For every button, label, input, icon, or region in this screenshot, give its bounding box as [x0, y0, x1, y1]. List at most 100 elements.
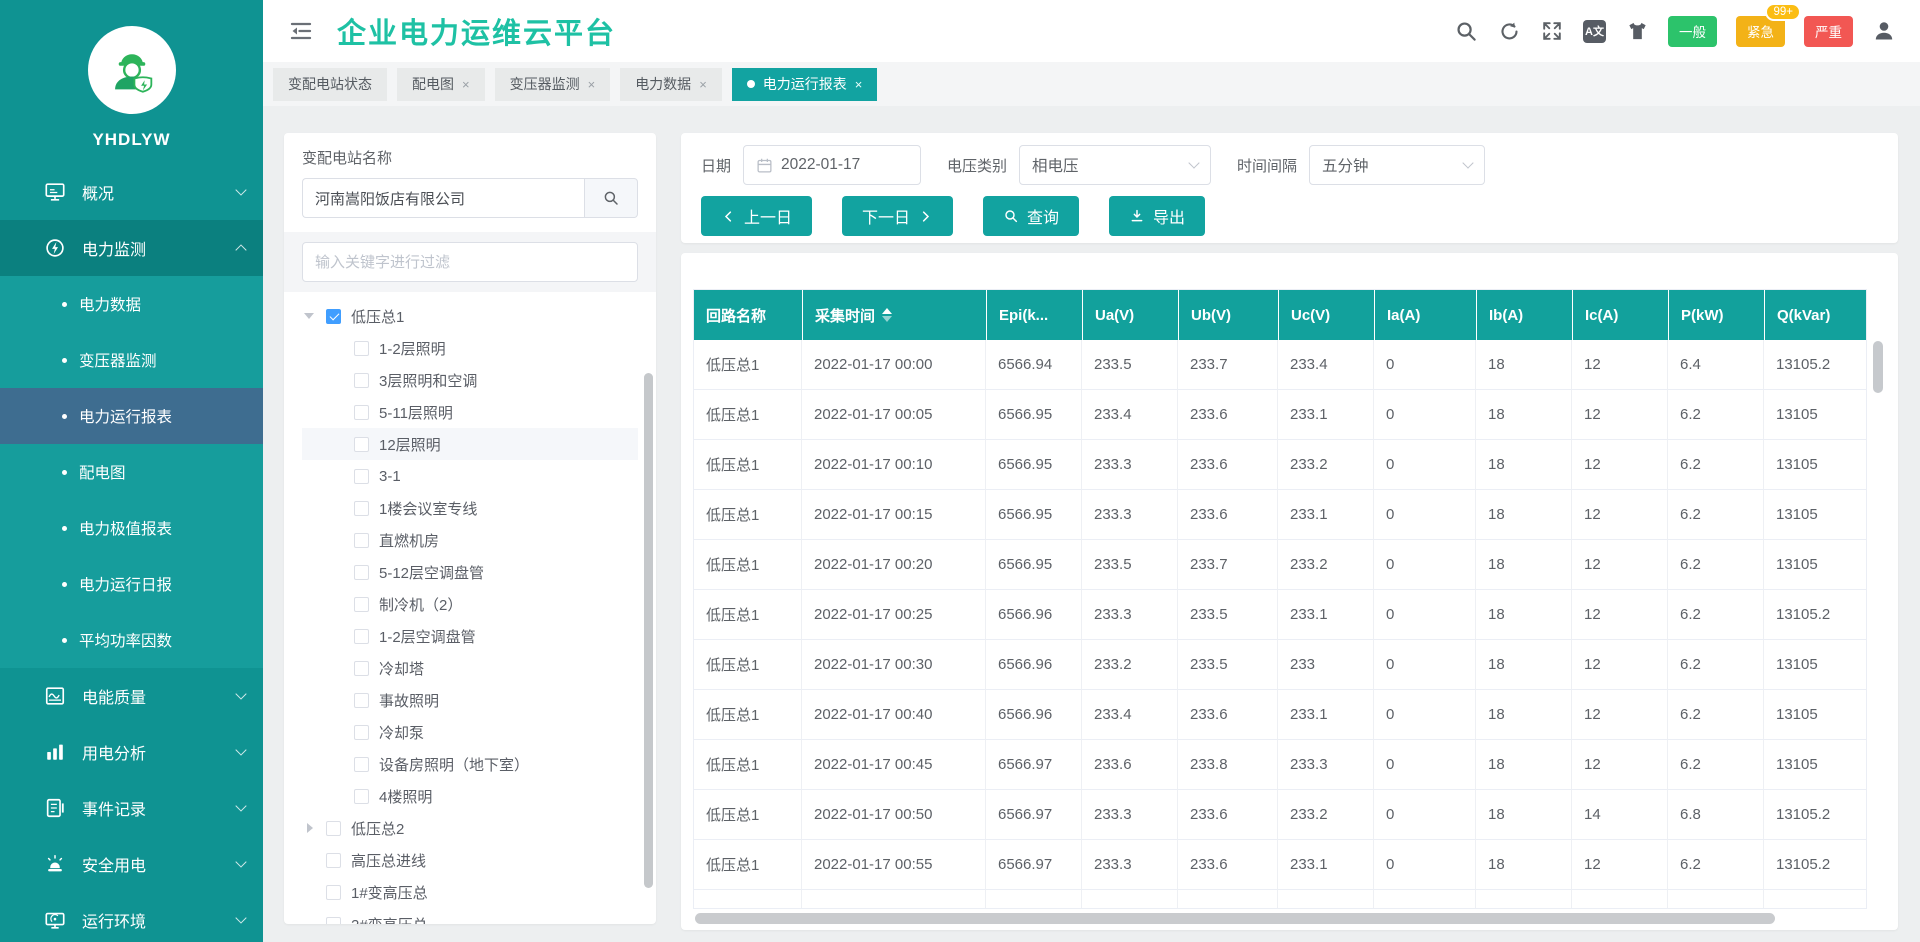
tree-checkbox[interactable] [354, 533, 369, 548]
sort-icon[interactable] [882, 308, 892, 322]
tree-scrollbar[interactable] [644, 373, 653, 888]
tree-node[interactable]: 冷却塔 [302, 652, 638, 684]
table-row[interactable]: 低压总1 2022-01-17 00:25 6566.96 233.3 233.… [694, 590, 1866, 640]
tree-checkbox[interactable] [354, 405, 369, 420]
table-row[interactable]: 低压总1 2022-01-17 00:30 6566.96 233.2 233.… [694, 640, 1866, 690]
tree-checkbox[interactable] [354, 789, 369, 804]
tree-node[interactable]: 制冷机（2） [302, 588, 638, 620]
table-header-cell[interactable]: 采集时间 [802, 290, 986, 340]
table-row[interactable]: 低压总1 2022-01-17 00:00 6566.94 233.5 233.… [694, 340, 1866, 390]
tree-node[interactable]: 1楼会议室专线 [302, 492, 638, 524]
tree-node[interactable]: 高压总进线 [302, 844, 638, 876]
tree-checkbox[interactable] [326, 885, 341, 900]
sidebar-subitem[interactable]: 电力数据 [0, 276, 263, 332]
tree-caret-icon[interactable] [304, 823, 326, 833]
table-row[interactable]: 低压总1 2022-01-17 00:20 6566.95 233.5 233.… [694, 540, 1866, 590]
alarm-severe-button[interactable]: 严重 [1804, 16, 1853, 47]
interval-select[interactable]: 五分钟 [1309, 145, 1485, 185]
tree-node[interactable]: 5-12层空调盘管 [302, 556, 638, 588]
table-header-cell[interactable]: 回路名称 [694, 290, 802, 340]
tree-checkbox[interactable] [326, 917, 341, 925]
fullscreen-icon[interactable] [1540, 19, 1564, 43]
tree-node[interactable]: 3-1 [302, 460, 638, 492]
tree-checkbox[interactable] [354, 597, 369, 612]
station-search-button[interactable] [584, 178, 638, 218]
user-icon[interactable] [1872, 19, 1896, 43]
tab-close-icon[interactable]: × [855, 77, 863, 92]
date-picker[interactable]: 2022-01-17 [743, 145, 921, 185]
tree-node[interactable]: 12层照明 [302, 428, 638, 460]
sidebar-subitem[interactable]: 变压器监测 [0, 332, 263, 388]
tree-checkbox[interactable] [354, 725, 369, 740]
translate-icon[interactable]: A文 [1583, 20, 1606, 43]
table-header-cell[interactable]: Ub(V) [1178, 290, 1278, 340]
sidebar-item-event-log[interactable]: 事件记录 [0, 780, 263, 836]
tab[interactable]: 电力数据 × [620, 68, 722, 101]
table-row[interactable]: 低压总1 2022-01-17 00:55 6566.97 233.3 233.… [694, 840, 1866, 890]
tree-checkbox[interactable] [354, 693, 369, 708]
search-icon[interactable] [1454, 19, 1478, 43]
tree-node[interactable]: 3层照明和空调 [302, 364, 638, 396]
prev-day-button[interactable]: 上一日 [701, 196, 812, 236]
sidebar-item-overview[interactable]: 概况 [0, 164, 263, 220]
table-header-cell[interactable]: Uc(V) [1278, 290, 1374, 340]
table-header-cell[interactable]: Epi(k... [986, 290, 1082, 340]
tree-checkbox[interactable] [354, 757, 369, 772]
sidebar-subitem[interactable]: 配电图 [0, 444, 263, 500]
voltage-type-select[interactable]: 相电压 [1019, 145, 1211, 185]
table-row[interactable]: 低压总1 2022-01-17 00:15 6566.95 233.3 233.… [694, 490, 1866, 540]
tree-filter-input[interactable] [302, 242, 638, 282]
table-row[interactable]: 低压总1 2022-01-17 00:05 6566.95 233.4 233.… [694, 390, 1866, 440]
tab[interactable]: 变配电站状态 × [273, 68, 387, 101]
tree-checkbox[interactable] [354, 629, 369, 644]
alarm-urgent-button[interactable]: 紧急 99+ [1736, 16, 1785, 47]
vertical-scrollbar-thumb[interactable] [1873, 341, 1883, 393]
sidebar-item-usage-analysis[interactable]: 用电分析 [0, 724, 263, 780]
table-header-cell[interactable]: Ua(V) [1082, 290, 1178, 340]
tree-node[interactable]: 设备房照明（地下室） [302, 748, 638, 780]
tree-checkbox[interactable] [354, 437, 369, 452]
export-button[interactable]: 导出 [1109, 196, 1205, 236]
query-button[interactable]: 查询 [983, 196, 1079, 236]
table-header-cell[interactable]: P(kW) [1668, 290, 1764, 340]
tree-checkbox[interactable] [354, 341, 369, 356]
tree-checkbox[interactable] [326, 853, 341, 868]
tab-close-icon[interactable]: × [462, 77, 470, 92]
tree-node[interactable]: 低压总2 [302, 812, 638, 844]
tree-node[interactable]: 冷却泵 [302, 716, 638, 748]
tree-checkbox[interactable] [354, 565, 369, 580]
tree-node[interactable]: 4楼照明 [302, 780, 638, 812]
tree-node[interactable]: 事故照明 [302, 684, 638, 716]
table-row[interactable]: 低压总1 2022-01-17 00:40 6566.96 233.4 233.… [694, 690, 1866, 740]
alarm-general-button[interactable]: 一般 [1668, 16, 1717, 47]
tab[interactable]: 配电图 × [397, 68, 485, 101]
sidebar-item-safety[interactable]: 安全用电 [0, 836, 263, 892]
station-name-input[interactable] [302, 178, 584, 218]
tab-close-icon[interactable]: × [588, 77, 596, 92]
tab[interactable]: 电力运行报表 × [732, 68, 878, 101]
menu-fold-icon[interactable] [289, 19, 313, 43]
tab[interactable]: 变压器监测 × [495, 68, 611, 101]
tree-checkbox[interactable] [354, 501, 369, 516]
sidebar-subitem[interactable]: 平均功率因数 [0, 612, 263, 668]
table-header-cell[interactable]: Ib(A) [1476, 290, 1572, 340]
tab-close-icon[interactable]: × [699, 77, 707, 92]
sidebar-subitem[interactable]: 电力极值报表 [0, 500, 263, 556]
table-row[interactable]: 低压总1 2022-01-17 00:50 6566.97 233.3 233.… [694, 790, 1866, 840]
tree-node[interactable]: 直燃机房 [302, 524, 638, 556]
sidebar-item-environment[interactable]: 运行环境 [0, 892, 263, 942]
sidebar-subitem[interactable]: 电力运行报表 [0, 388, 263, 444]
sidebar-item-power-monitoring[interactable]: 电力监测 [0, 220, 263, 276]
table-header-cell[interactable]: Q(kVar) [1764, 290, 1866, 340]
tree-node[interactable]: 2#变高压总 [302, 908, 638, 924]
tree-node[interactable]: 低压总1 [302, 300, 638, 332]
tree-checkbox[interactable] [354, 469, 369, 484]
table-header-cell[interactable]: Ic(A) [1572, 290, 1668, 340]
next-day-button[interactable]: 下一日 [842, 196, 953, 236]
theme-shirt-icon[interactable] [1625, 19, 1649, 43]
tree-checkbox[interactable] [326, 821, 341, 836]
sidebar-item-power-quality[interactable]: 电能质量 [0, 668, 263, 724]
table-row[interactable]: 低压总1 2022-01-17 00:10 6566.95 233.3 233.… [694, 440, 1866, 490]
table-header-cell[interactable]: Ia(A) [1374, 290, 1476, 340]
tree-node[interactable]: 1#变高压总 [302, 876, 638, 908]
